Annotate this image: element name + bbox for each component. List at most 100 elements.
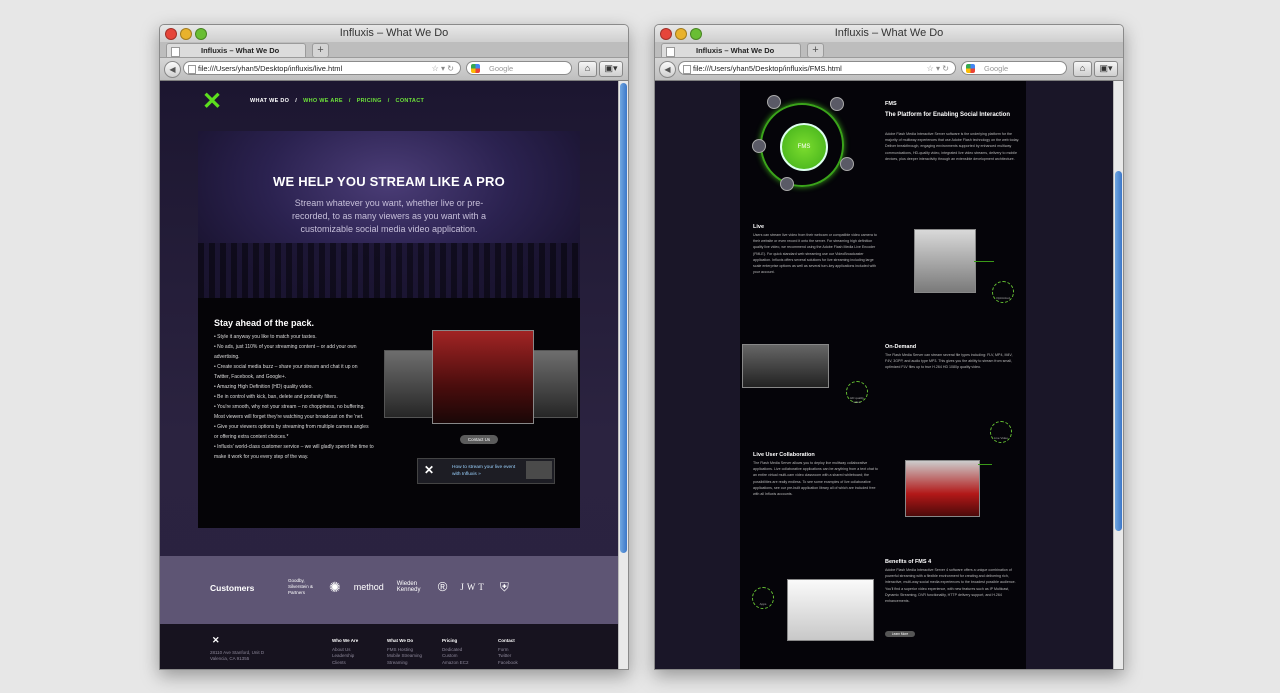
footer: ✕ 28110 Ave Stanford, Unit D Valencia, C… bbox=[160, 624, 619, 669]
bookmarks-button[interactable]: ▣▾ bbox=[1094, 61, 1118, 77]
footer-link[interactable]: Mobile Streaming bbox=[387, 653, 422, 660]
influxis-logo[interactable]: ✕ bbox=[200, 89, 234, 115]
fms-section: FMS FMS The Platform for Enabling Social… bbox=[742, 81, 1026, 221]
connector-line bbox=[974, 261, 994, 262]
reload-icon[interactable]: ☆ ▾ ↻ bbox=[927, 62, 949, 76]
ondemand-title: On-Demand bbox=[885, 344, 917, 350]
learn-more-button[interactable]: Learn More bbox=[885, 631, 915, 637]
minimize-window-button[interactable] bbox=[675, 28, 687, 40]
list-item: • You're smooth, why not your stream – n… bbox=[214, 404, 365, 420]
window-title: Influxis – What We Do bbox=[339, 27, 449, 39]
close-window-button[interactable] bbox=[165, 28, 177, 40]
logo-method: method bbox=[353, 582, 384, 592]
footer-col-what: What We Do FMS Hosting Mobile Streaming Str… bbox=[387, 638, 422, 666]
url-text: file:///Users/yhan5/Desktop/influxis/FMS… bbox=[693, 64, 842, 73]
ondemand-screenshot bbox=[742, 344, 829, 388]
circle-logo-icon: ® bbox=[437, 579, 448, 594]
footer-heading: Pricing bbox=[442, 638, 458, 643]
address-bar[interactable]: file:///Users/yhan5/Desktop/influxis/FMS… bbox=[678, 61, 956, 75]
stream-button-label: How to stream your live event with Influ… bbox=[452, 465, 516, 477]
scrollbar-thumb[interactable] bbox=[1115, 171, 1122, 531]
live-video-badge: Live Video bbox=[990, 421, 1012, 443]
footer-address: 28110 Ave Stanford, Unit D Valencia, CA … bbox=[210, 650, 265, 661]
live-body: Users can stream live video from their w… bbox=[753, 233, 877, 275]
bookmarks-button[interactable]: ▣▾ bbox=[599, 61, 623, 77]
customers-title: Customers bbox=[210, 583, 255, 593]
video-thumbnail bbox=[526, 461, 552, 479]
browser-window-fms: Influxis – What We Do Influxis – What We… bbox=[654, 24, 1124, 670]
crowd-image bbox=[198, 243, 580, 298]
top-nav: WHAT WE DO / WHO WE ARE / PRICING / CONTACT bbox=[250, 98, 425, 104]
footer-link[interactable]: Streaming bbox=[387, 660, 422, 667]
hero-text: Stream whatever you want, whether live o… bbox=[291, 198, 487, 234]
fms-title: FMS bbox=[885, 101, 897, 107]
back-button[interactable]: ◀ bbox=[164, 61, 181, 78]
footer-link[interactable]: Amazon EC2 bbox=[442, 660, 469, 667]
title-bar[interactable]: Influxis – What We Do bbox=[160, 25, 628, 42]
hero-title: WE HELP YOU STREAM LIKE A PRO bbox=[273, 174, 505, 189]
page-icon bbox=[171, 47, 180, 57]
stream-event-button[interactable]: ✕ How to stream your live event with Inf… bbox=[417, 458, 555, 484]
search-placeholder: Google bbox=[489, 64, 514, 73]
features-section: Stay ahead of the pack. • Style it anywa… bbox=[198, 298, 580, 528]
page-viewport: ✕ WHAT WE DO / WHO WE ARE / PRICING / CONTA… bbox=[160, 81, 628, 669]
scrollbar-thumb[interactable] bbox=[620, 83, 627, 553]
back-button[interactable]: ◀ bbox=[659, 61, 676, 78]
nav-pricing[interactable]: PRICING bbox=[357, 98, 382, 104]
footer-logo-icon: ✕ bbox=[212, 635, 220, 645]
benefits-section: Apps Benefits of FMS 4 Adobe Flash Media… bbox=[742, 551, 1026, 669]
logo-jwt: JWT bbox=[460, 582, 487, 592]
new-tab-button[interactable]: + bbox=[312, 43, 329, 58]
tab-bar: Influxis – What We Do + bbox=[655, 42, 1123, 58]
zoom-window-button[interactable] bbox=[195, 28, 207, 40]
optimized-badge: Optimized bbox=[992, 281, 1014, 303]
nav-who-we-are[interactable]: WHO WE ARE bbox=[303, 98, 343, 104]
url-text: file:///Users/yhan5/Desktop/influxis/liv… bbox=[198, 64, 343, 73]
apps-badge: Apps bbox=[752, 587, 774, 609]
home-button[interactable]: ⌂ bbox=[578, 61, 597, 77]
ondemand-section: HD quality video On-Demand The Flash Med… bbox=[742, 341, 1026, 456]
fms-subtitle: The Platform for Enabling Social Interac… bbox=[885, 112, 1011, 118]
footer-heading: Who We Are bbox=[332, 638, 359, 643]
home-button[interactable]: ⌂ bbox=[1073, 61, 1092, 77]
multiway-node-icon bbox=[767, 95, 781, 109]
apps-screenshots bbox=[787, 579, 874, 641]
address-bar[interactable]: file:///Users/yhan5/Desktop/influxis/liv… bbox=[183, 61, 461, 75]
hd-video-badge: HD quality video bbox=[846, 381, 868, 404]
page-icon bbox=[683, 65, 691, 74]
reload-icon[interactable]: ☆ ▾ ↻ bbox=[432, 62, 454, 76]
list-item: • Give your viewers options by streaming… bbox=[214, 424, 369, 440]
feature-list: • Style it anyway you like to match your… bbox=[214, 332, 374, 462]
search-input[interactable]: Google bbox=[961, 61, 1067, 75]
browser-tab[interactable]: Influxis – What We Do bbox=[661, 43, 801, 57]
title-bar[interactable]: Influxis – What We Do bbox=[655, 25, 1123, 42]
list-item: • Style it anyway you like to match your… bbox=[214, 334, 317, 340]
live-video-node-icon bbox=[830, 97, 844, 111]
google-icon bbox=[471, 64, 480, 73]
benefits-body: Adobe Flash Media Interactive Server 4 s… bbox=[885, 568, 1016, 604]
footer-link[interactable]: Clients bbox=[332, 660, 358, 667]
nav-contact[interactable]: CONTACT bbox=[396, 98, 425, 104]
search-input[interactable]: Google bbox=[466, 61, 572, 75]
screenshot-center bbox=[432, 330, 534, 424]
hero-banner: WE HELP YOU STREAM LIKE A PRO Stream wha… bbox=[198, 131, 580, 298]
ondemand-body: The Flash Media Server can stream severa… bbox=[885, 353, 1013, 370]
new-tab-button[interactable]: + bbox=[807, 43, 824, 58]
page-icon bbox=[666, 47, 675, 57]
minimize-window-button[interactable] bbox=[180, 28, 192, 40]
tab-bar: Influxis – What We Do + bbox=[160, 42, 628, 58]
footer-link[interactable]: Facebook bbox=[498, 660, 518, 667]
close-window-button[interactable] bbox=[660, 28, 672, 40]
browser-window-live: Influxis – What We Do Influxis – What We… bbox=[159, 24, 629, 670]
browser-tab[interactable]: Influxis – What We Do bbox=[166, 43, 306, 57]
contact-us-button[interactable]: Contact Us bbox=[460, 435, 498, 444]
customer-logos: Goodby, Silverstein & Partners ✺ method … bbox=[288, 578, 509, 596]
zoom-window-button[interactable] bbox=[690, 28, 702, 40]
list-item: • Create social media buzz – share your … bbox=[214, 364, 358, 380]
shield-logo-icon: ⛨ bbox=[499, 580, 509, 594]
nav-what-we-do[interactable]: WHAT WE DO bbox=[250, 98, 289, 104]
list-item: • Amazing High Definition (HD) quality v… bbox=[214, 384, 313, 390]
scrollbar[interactable] bbox=[1113, 81, 1123, 669]
scrollbar[interactable] bbox=[618, 81, 628, 669]
fms-body: Adobe Flash Media Interactive Server sof… bbox=[885, 132, 1020, 161]
